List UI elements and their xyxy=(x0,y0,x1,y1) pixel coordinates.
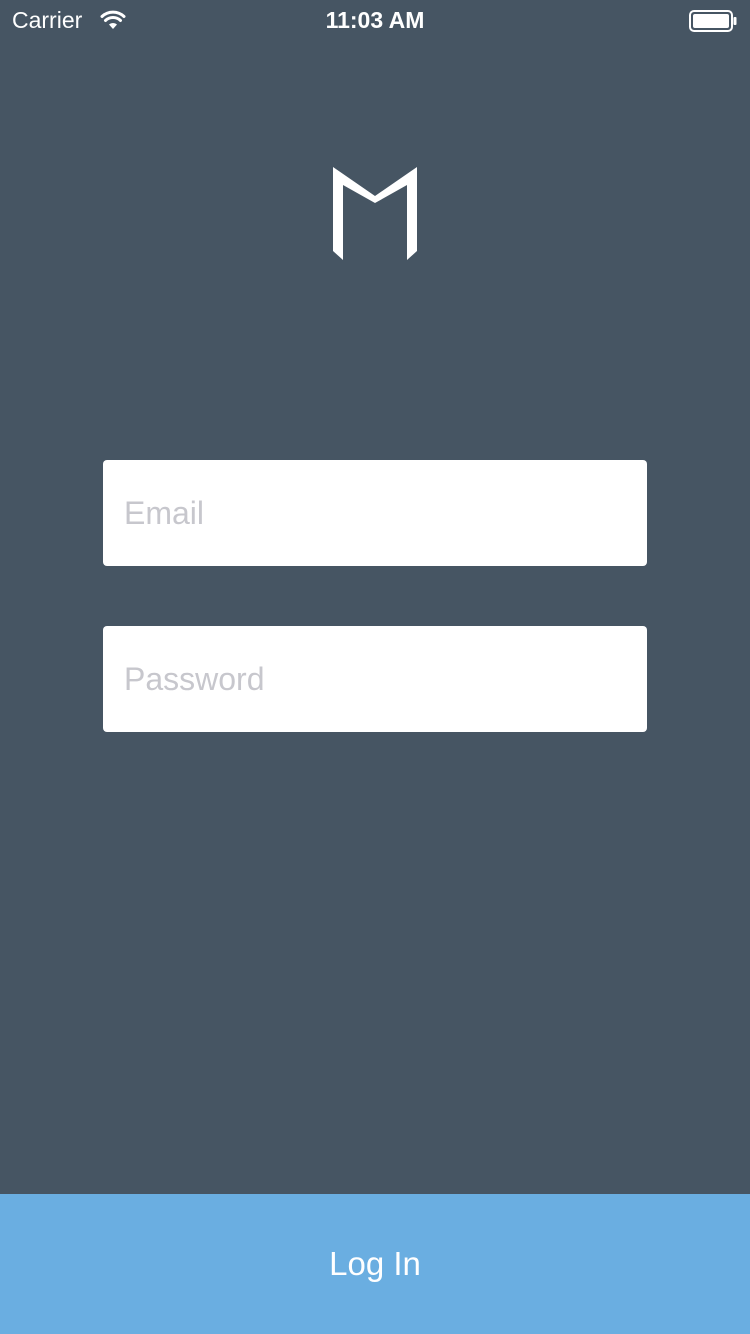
status-bar: Carrier 11:03 AM xyxy=(0,0,750,40)
m-logo-icon xyxy=(333,167,417,260)
login-button[interactable]: Log In xyxy=(0,1194,750,1334)
password-input[interactable] xyxy=(124,660,647,698)
email-field[interactable] xyxy=(103,460,647,566)
login-button-label: Log In xyxy=(329,1245,421,1282)
email-input[interactable] xyxy=(124,494,647,532)
battery-full-icon xyxy=(689,10,737,32)
status-time: 11:03 AM xyxy=(325,7,425,33)
password-field[interactable] xyxy=(103,626,647,732)
